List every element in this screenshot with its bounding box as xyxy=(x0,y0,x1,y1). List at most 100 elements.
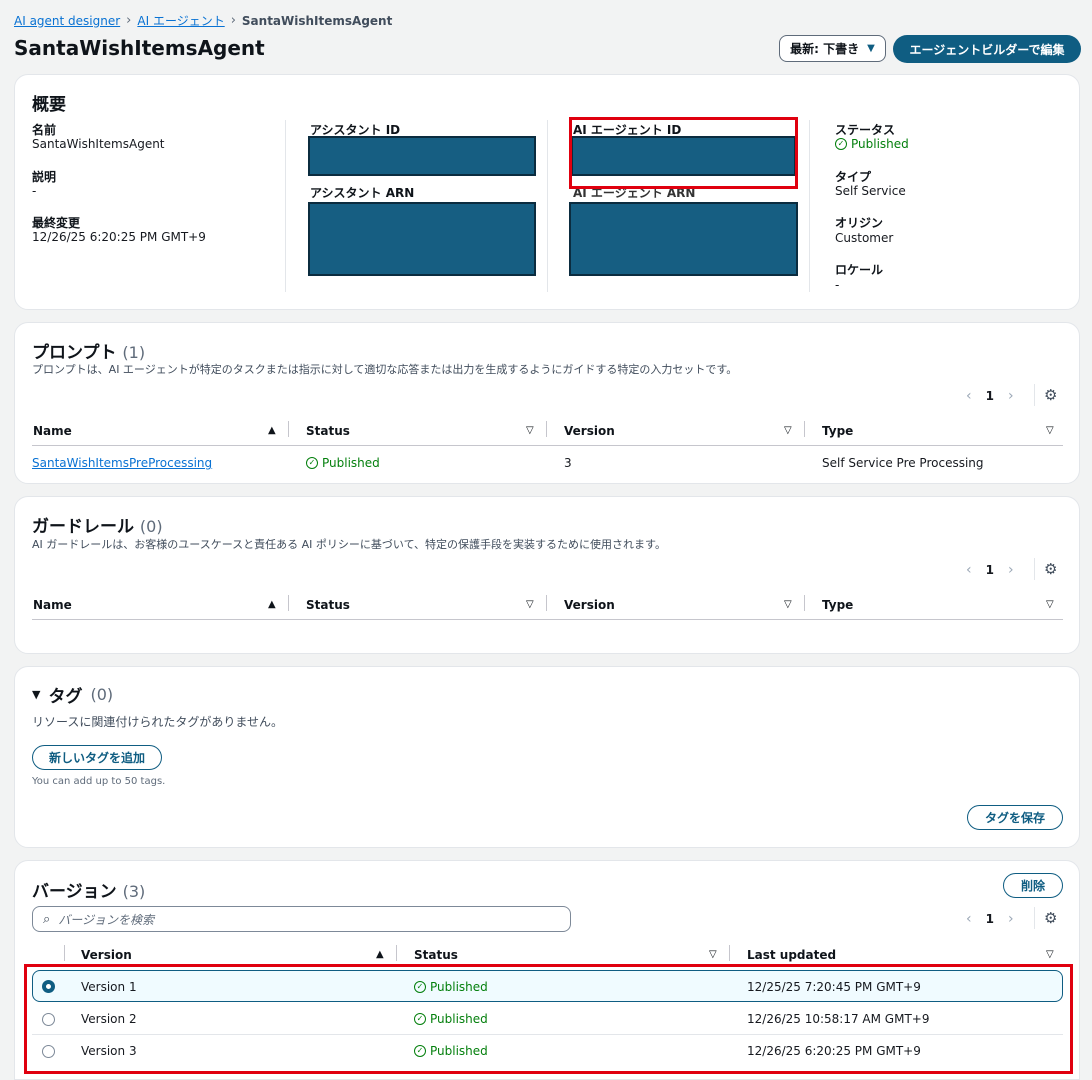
sort-desc-icon[interactable]: ▽ xyxy=(784,599,792,610)
status-value: ✓ Published xyxy=(835,137,909,151)
redacted-assistant-id xyxy=(308,136,536,176)
caret-down-icon[interactable]: ▼ xyxy=(32,688,40,701)
divider xyxy=(1034,558,1035,580)
column-divider xyxy=(547,120,548,292)
col-version[interactable]: Version xyxy=(564,424,615,438)
sort-asc-icon[interactable]: ▲ xyxy=(268,599,276,610)
tags-count: (0) xyxy=(90,685,114,704)
versions-title-text: バージョン xyxy=(32,882,117,902)
prompt-type: Self Service Pre Processing xyxy=(822,456,984,470)
chevron-left-icon[interactable]: ‹ xyxy=(966,562,972,578)
sort-desc-icon[interactable]: ▽ xyxy=(1046,599,1054,610)
tags-empty-text: リソースに関連付けられたタグがありません。 xyxy=(32,715,284,729)
settings-gear-icon[interactable]: ⚙ xyxy=(1044,560,1057,578)
tags-panel xyxy=(14,666,1080,848)
highlight-box xyxy=(24,964,1073,1074)
col-divider[interactable] xyxy=(288,421,289,437)
sort-desc-icon[interactable]: ▽ xyxy=(526,599,534,610)
sort-asc-icon[interactable]: ▲ xyxy=(268,425,276,436)
col-divider xyxy=(64,945,65,961)
breadcrumb-link-ai-agents[interactable]: AI エージェント xyxy=(137,12,224,29)
guardrails-title: ガードレール (0) xyxy=(32,512,163,537)
chevron-left-icon[interactable]: ‹ xyxy=(966,388,972,404)
col-type[interactable]: Type xyxy=(822,424,853,438)
guardrails-pagination: ‹ 1 › xyxy=(966,562,1014,578)
check-circle-icon: ✓ xyxy=(306,457,318,469)
origin-label: オリジン xyxy=(835,216,884,230)
col-status[interactable]: Status xyxy=(414,948,458,962)
save-tags-button[interactable]: タグを保存 xyxy=(967,805,1063,830)
page-number[interactable]: 1 xyxy=(986,563,994,577)
check-circle-icon: ✓ xyxy=(835,138,847,150)
settings-gear-icon[interactable]: ⚙ xyxy=(1044,386,1057,404)
prompts-pagination: ‹ 1 › xyxy=(966,388,1014,404)
col-status[interactable]: Status xyxy=(306,598,350,612)
sort-asc-icon[interactable]: ▲ xyxy=(376,949,384,960)
chevron-right-icon: › xyxy=(230,13,236,28)
col-status[interactable]: Status xyxy=(306,424,350,438)
locale-value: - xyxy=(835,278,840,292)
assistant-arn-label: アシスタント ARN xyxy=(310,186,415,200)
version-select-label: 最新: 下書き xyxy=(790,42,860,56)
col-version[interactable]: Version xyxy=(81,948,132,962)
versions-pagination: ‹ 1 › xyxy=(966,911,1014,927)
locale-label: ロケール xyxy=(835,263,884,277)
page-number[interactable]: 1 xyxy=(986,912,994,926)
page-number[interactable]: 1 xyxy=(986,389,994,403)
settings-gear-icon[interactable]: ⚙ xyxy=(1044,909,1057,927)
guardrails-title-text: ガードレール xyxy=(32,517,134,537)
col-divider[interactable] xyxy=(396,945,397,961)
col-divider[interactable] xyxy=(288,595,289,611)
col-divider[interactable] xyxy=(729,945,730,961)
name-value: SantaWishItemsAgent xyxy=(32,137,165,151)
sort-desc-icon[interactable]: ▽ xyxy=(709,949,717,960)
col-type[interactable]: Type xyxy=(822,598,853,612)
chevron-right-icon[interactable]: › xyxy=(1008,388,1014,404)
breadcrumb-link-ai-agent-designer[interactable]: AI agent designer xyxy=(14,14,120,28)
tags-header[interactable]: ▼ タグ (0) xyxy=(32,682,113,707)
table-header-divider xyxy=(32,445,1063,446)
chevron-left-icon[interactable]: ‹ xyxy=(966,911,972,927)
redacted-ai-agent-arn xyxy=(569,202,798,276)
status-text: Published xyxy=(851,137,909,151)
col-last-updated[interactable]: Last updated xyxy=(747,948,836,962)
col-divider[interactable] xyxy=(546,421,547,437)
version-search-field[interactable]: ⌕ バージョンを検索 xyxy=(32,906,571,932)
versions-count: (3) xyxy=(122,882,146,901)
table-header-divider xyxy=(32,619,1063,620)
prompt-version: 3 xyxy=(564,456,572,470)
highlight-box xyxy=(569,117,798,189)
prompts-description: プロンプトは、AI エージェントが特定のタスクまたは指示に対して適切な応答または… xyxy=(32,363,738,376)
sort-desc-icon[interactable]: ▽ xyxy=(784,425,792,436)
edit-in-agent-builder-button[interactable]: エージェントビルダーで編集 xyxy=(893,35,1081,63)
add-tag-button[interactable]: 新しいタグを追加 xyxy=(32,745,162,770)
chevron-right-icon[interactable]: › xyxy=(1008,911,1014,927)
versions-title: バージョン (3) xyxy=(32,877,145,902)
overview-title: 概要 xyxy=(32,95,66,115)
col-divider[interactable] xyxy=(804,595,805,611)
prompt-name-link[interactable]: SantaWishItemsPreProcessing xyxy=(32,456,212,470)
breadcrumb-current: SantaWishItemsAgent xyxy=(241,13,393,28)
divider xyxy=(1034,384,1035,406)
delete-button[interactable]: 削除 xyxy=(1003,873,1063,898)
caret-down-icon: ▼ xyxy=(867,43,875,54)
tags-hint: You can add up to 50 tags. xyxy=(32,776,166,787)
version-select[interactable]: 最新: 下書き ▼ xyxy=(779,35,886,62)
prompts-count: (1) xyxy=(122,343,146,362)
search-icon: ⌕ xyxy=(43,911,51,927)
col-name[interactable]: Name xyxy=(33,598,72,612)
col-divider[interactable] xyxy=(804,421,805,437)
sort-desc-icon[interactable]: ▽ xyxy=(526,425,534,436)
description-label: 説明 xyxy=(32,170,57,184)
sort-desc-icon[interactable]: ▽ xyxy=(1046,949,1054,960)
chevron-right-icon[interactable]: › xyxy=(1008,562,1014,578)
chevron-right-icon: › xyxy=(126,13,132,28)
column-divider xyxy=(809,120,810,292)
col-divider[interactable] xyxy=(546,595,547,611)
col-version[interactable]: Version xyxy=(564,598,615,612)
sort-desc-icon[interactable]: ▽ xyxy=(1046,425,1054,436)
status-label: ステータス xyxy=(835,123,896,137)
prompts-title-text: プロンプト xyxy=(32,343,117,363)
col-name[interactable]: Name xyxy=(33,424,72,438)
version-search-placeholder: バージョンを検索 xyxy=(58,912,155,927)
